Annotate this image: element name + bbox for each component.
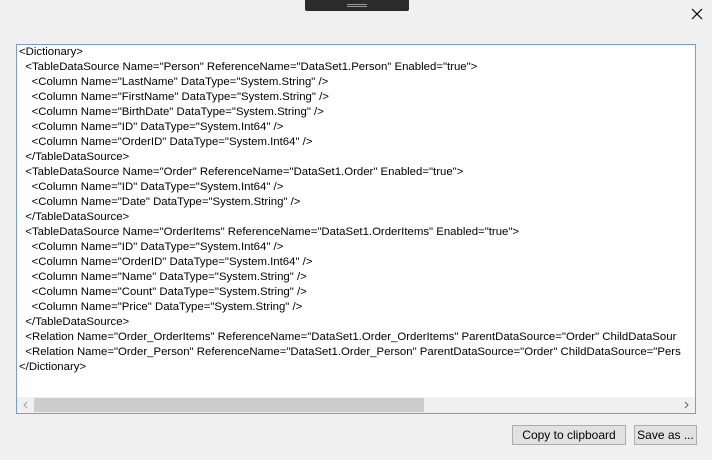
drag-handle[interactable] xyxy=(305,0,409,11)
xml-line: <Relation Name="Order_OrderItems" Refere… xyxy=(19,331,677,343)
xml-line: </Dictionary> xyxy=(19,361,87,373)
close-icon xyxy=(691,8,703,20)
xml-line: <Column Name="Price" DataType="System.St… xyxy=(19,301,303,313)
xml-line: <Column Name="ID" DataType="System.Int64… xyxy=(19,181,284,193)
xml-line: </TableDataSource> xyxy=(19,316,130,328)
scroll-right-button[interactable] xyxy=(679,397,695,413)
grip-icon xyxy=(347,4,367,7)
horizontal-scrollbar[interactable] xyxy=(17,397,695,413)
xml-line: <Relation Name="Order_Person" ReferenceN… xyxy=(19,346,681,358)
scroll-left-button[interactable] xyxy=(17,397,33,413)
chevron-right-icon xyxy=(684,401,689,409)
xml-line: <Column Name="Name" DataType="System.Str… xyxy=(19,271,307,283)
xml-line: <Column Name="ID" DataType="System.Int64… xyxy=(19,121,284,133)
xml-line: <Dictionary> xyxy=(19,46,83,58)
chevron-left-icon xyxy=(23,401,28,409)
xml-line: <Column Name="LastName" DataType="System… xyxy=(19,76,329,88)
xml-line: <Column Name="Count" DataType="System.St… xyxy=(19,286,307,298)
xml-text-area[interactable]: <Dictionary> <TableDataSource Name="Pers… xyxy=(16,44,696,414)
dictionary-dialog: <Dictionary> <TableDataSource Name="Pers… xyxy=(0,0,712,460)
xml-line: <Column Name="OrderID" DataType="System.… xyxy=(19,136,313,148)
xml-content: <Dictionary> <TableDataSource Name="Pers… xyxy=(19,45,695,397)
xml-line: </TableDataSource> xyxy=(19,211,130,223)
xml-line: <TableDataSource Name="Person" Reference… xyxy=(19,61,478,73)
scrollbar-thumb[interactable] xyxy=(34,398,424,412)
xml-line: <TableDataSource Name="OrderItems" Refer… xyxy=(19,226,520,238)
save-as-button[interactable]: Save as ... xyxy=(634,425,697,445)
xml-line: <Column Name="Date" DataType="System.Str… xyxy=(19,196,301,208)
xml-line: <TableDataSource Name="Order" ReferenceN… xyxy=(19,166,464,178)
xml-line: <Column Name="BirthDate" DataType="Syste… xyxy=(19,106,324,118)
xml-line: <Column Name="FirstName" DataType="Syste… xyxy=(19,91,329,103)
xml-line: </TableDataSource> xyxy=(19,151,130,163)
xml-line: <Column Name="OrderID" DataType="System.… xyxy=(19,256,313,268)
xml-line: <Column Name="ID" DataType="System.Int64… xyxy=(19,241,284,253)
close-button[interactable] xyxy=(684,2,710,26)
copy-to-clipboard-button[interactable]: Copy to clipboard xyxy=(512,425,626,445)
